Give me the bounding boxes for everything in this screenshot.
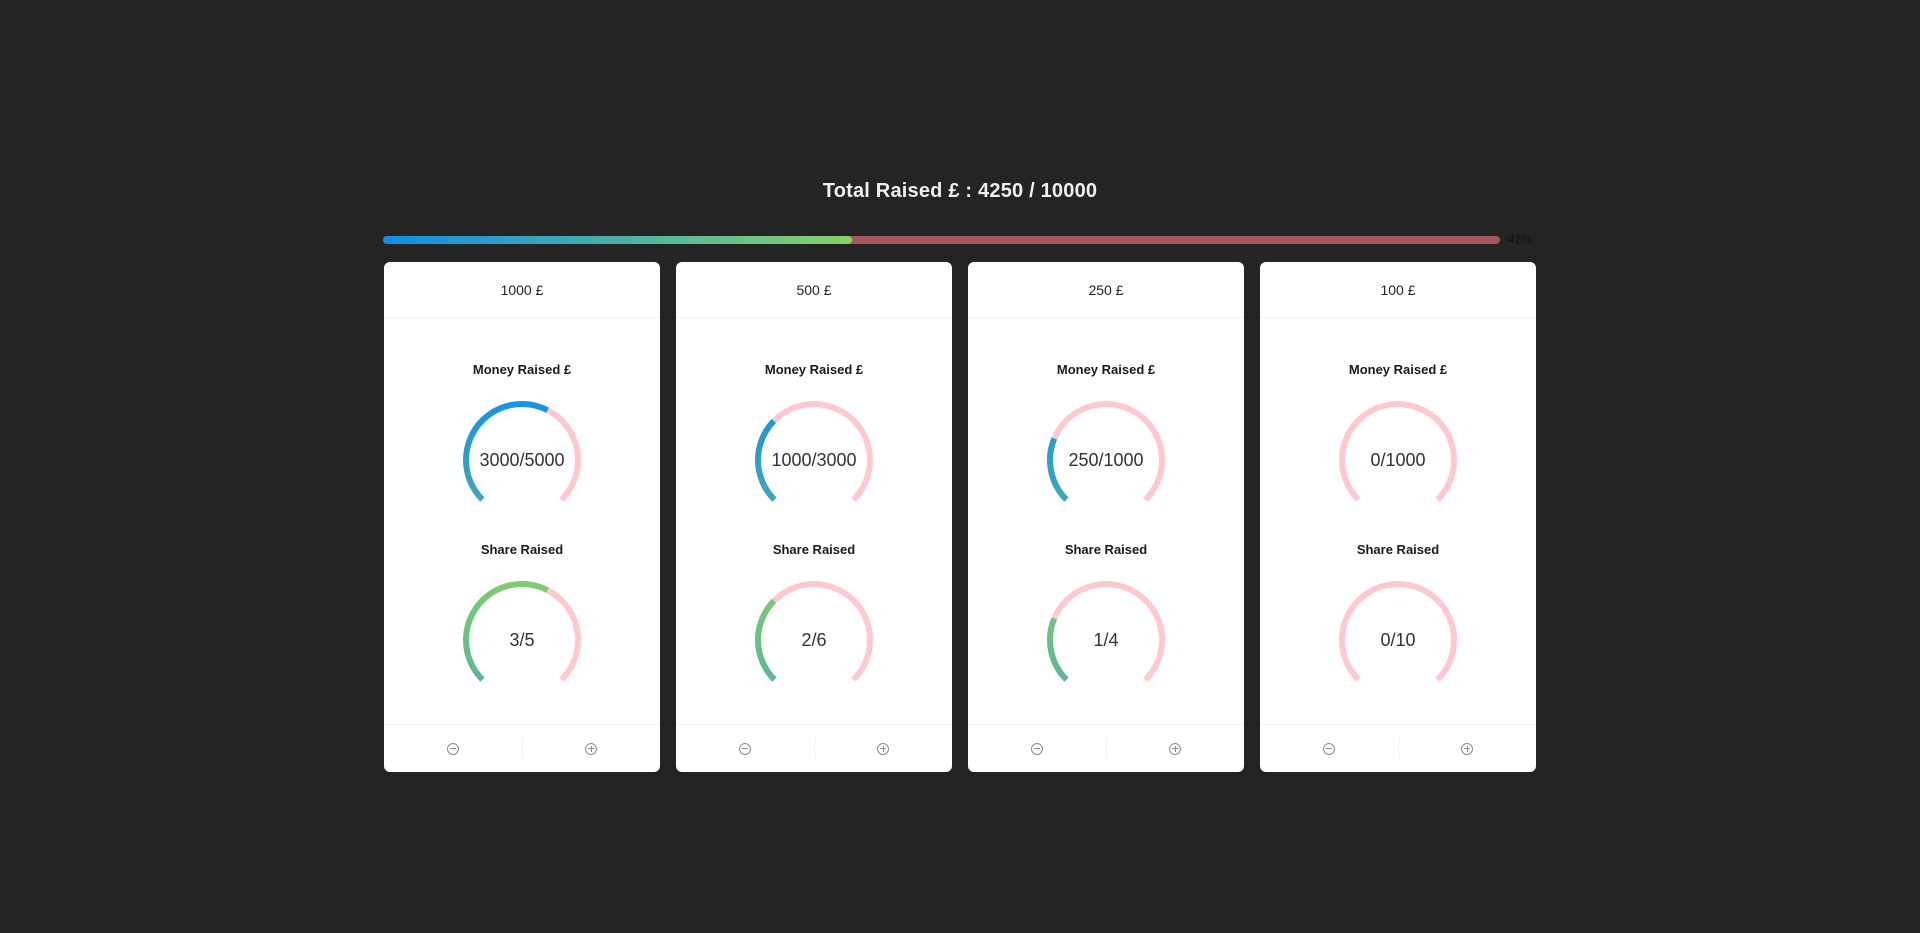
card-actions xyxy=(1260,724,1536,772)
minus-circle-icon xyxy=(447,742,459,755)
money-raised-value: 1000/3000 xyxy=(771,449,857,470)
share-raised-gauge: 1/4 xyxy=(1046,580,1166,700)
money-raised-gauge: 250/1000 xyxy=(1046,400,1166,520)
share-raised-value: 2/6 xyxy=(801,629,827,650)
plus-circle-icon xyxy=(1169,742,1181,755)
money-raised-label: Money Raised £ xyxy=(1348,362,1448,377)
money-raised-value: 250/1000 xyxy=(1068,449,1144,470)
money-raised-label: Money Raised £ xyxy=(1056,362,1156,377)
money-raised-value: 0/1000 xyxy=(1370,449,1426,470)
share-raised-label: Share Raised xyxy=(772,542,856,557)
share-raised-label: Share Raised xyxy=(1064,542,1148,557)
plus-circle-icon xyxy=(1461,742,1473,755)
increase-button[interactable] xyxy=(522,725,660,772)
decrease-button[interactable] xyxy=(676,725,814,772)
card-actions xyxy=(676,724,952,772)
minus-circle-icon xyxy=(1031,742,1043,755)
card-title: 500 £ xyxy=(676,262,952,318)
money-raised-label: Money Raised £ xyxy=(764,362,864,377)
money-raised-gauge: 0/1000 xyxy=(1338,400,1458,520)
card-title: 1000 £ xyxy=(384,262,660,318)
donation-tier-cards: 1000 £ Money Raised £ 3000/5000 Share Ra… xyxy=(384,262,1536,772)
card-title: 100 £ xyxy=(1260,262,1536,318)
minus-circle-icon xyxy=(1323,742,1335,755)
share-raised-label: Share Raised xyxy=(480,542,564,557)
minus-circle-icon xyxy=(739,742,751,755)
share-raised-gauge: 0/10 xyxy=(1338,580,1458,700)
increase-button[interactable] xyxy=(1106,725,1244,772)
share-raised-label: Share Raised xyxy=(1356,542,1440,557)
total-progress-bar xyxy=(383,236,1500,244)
card-title: 250 £ xyxy=(968,262,1244,318)
card-actions xyxy=(384,724,660,772)
share-raised-value: 1/4 xyxy=(1093,629,1119,650)
plus-circle-icon xyxy=(585,742,597,755)
money-raised-value: 3000/5000 xyxy=(479,449,565,470)
decrease-button[interactable] xyxy=(1260,725,1398,772)
card-actions xyxy=(968,724,1244,772)
progress-percent-text: 42% xyxy=(1508,232,1533,246)
share-raised-gauge: 2/6 xyxy=(754,580,874,700)
share-raised-value: 3/5 xyxy=(509,629,535,650)
decrease-button[interactable] xyxy=(968,725,1106,772)
total-raised-title: Total Raised £ : 4250 / 10000 xyxy=(822,180,1098,202)
share-raised-value: 0/10 xyxy=(1380,629,1416,650)
money-raised-gauge: 1000/3000 xyxy=(754,400,874,520)
tier-card: 100 £ Money Raised £ 0/1000 Share Raised… xyxy=(1260,262,1536,772)
tier-card: 500 £ Money Raised £ 1000/3000 Share Rai… xyxy=(676,262,952,772)
tier-card: 250 £ Money Raised £ 250/1000 Share Rais… xyxy=(968,262,1244,772)
plus-circle-icon xyxy=(877,742,889,755)
money-raised-label: Money Raised £ xyxy=(472,362,572,377)
tier-card: 1000 £ Money Raised £ 3000/5000 Share Ra… xyxy=(384,262,660,772)
money-raised-gauge: 3000/5000 xyxy=(462,400,582,520)
decrease-button[interactable] xyxy=(384,725,522,772)
increase-button[interactable] xyxy=(1398,725,1536,772)
share-raised-gauge: 3/5 xyxy=(462,580,582,700)
progress-fill xyxy=(383,236,853,244)
increase-button[interactable] xyxy=(814,725,952,772)
